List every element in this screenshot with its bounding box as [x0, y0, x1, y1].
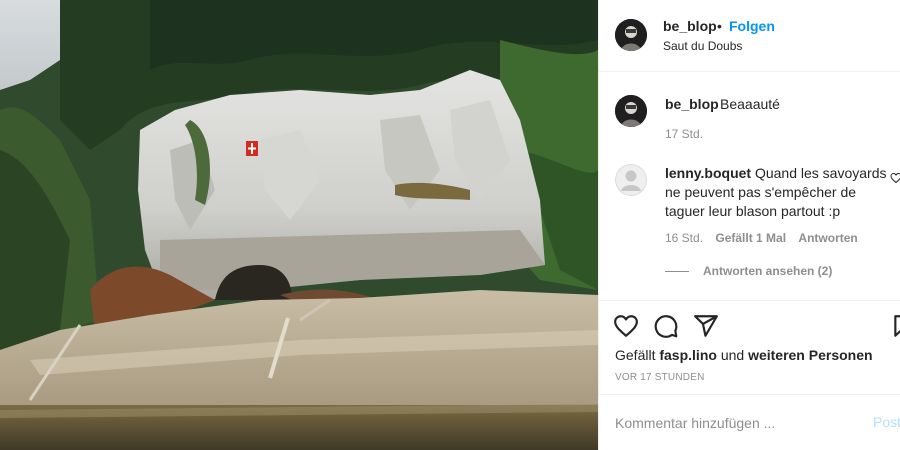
comment-input[interactable] [615, 411, 855, 435]
comment-likes[interactable]: Gefällt 1 Mal [715, 231, 786, 245]
caption-avatar[interactable] [615, 95, 647, 127]
bookmark-icon[interactable] [891, 313, 900, 339]
comment-time[interactable]: 16 Std. [665, 231, 703, 245]
likes-summary: Gefällt fasp.lino und weiteren Personen [615, 347, 873, 363]
post-photo[interactable] [0, 0, 598, 450]
comment-body: lenny.boquet Quand les savoyards ne peuv… [665, 164, 887, 221]
post-header: be_blop • Folgen Saut du Doubs [599, 0, 900, 72]
caption-text: Beaaauté [720, 96, 780, 112]
commenter-username[interactable]: lenny.boquet [665, 165, 751, 181]
author-avatar[interactable] [615, 19, 647, 51]
commenter-avatar[interactable] [615, 164, 647, 196]
reply-button[interactable]: Antworten [798, 231, 857, 245]
post-timestamp[interactable]: VOR 17 STUNDEN [615, 372, 705, 383]
instagram-post: be_blop • Folgen Saut du Doubs be_blop B… [0, 0, 900, 450]
comment-heart-icon[interactable] [890, 172, 900, 184]
author-username[interactable]: be_blop [663, 18, 717, 34]
liked-by-others[interactable]: weiteren Personen [748, 347, 873, 363]
replies-divider [665, 271, 689, 273]
location-link[interactable]: Saut du Doubs [663, 39, 742, 53]
likes-and: und [720, 347, 745, 363]
caption-username[interactable]: be_blop [665, 96, 719, 112]
share-icon[interactable] [693, 313, 719, 339]
post-photo-image [0, 0, 598, 450]
liked-by-user[interactable]: fasp.lino [659, 347, 717, 363]
likes-prefix: Gefällt [615, 347, 656, 363]
heart-icon[interactable] [613, 313, 639, 339]
post-actions: Gefällt fasp.lino und weiteren Personen … [599, 300, 900, 394]
separator-dot: • [717, 18, 722, 34]
add-comment-bar: Posten [599, 394, 900, 450]
comment-icon[interactable] [653, 313, 679, 339]
comment-meta: 16 Std. Gefällt 1 Mal Antworten [665, 231, 867, 245]
caption-time[interactable]: 17 Std. [665, 127, 703, 141]
view-replies-button[interactable]: Antworten ansehen (2) [665, 264, 832, 278]
post-comment-button[interactable]: Posten [873, 414, 900, 430]
view-replies-label: Antworten ansehen (2) [703, 264, 833, 278]
default-avatar-icon [615, 164, 647, 196]
post-side-panel: be_blop • Folgen Saut du Doubs be_blop B… [598, 0, 900, 450]
follow-button[interactable]: Folgen [729, 18, 775, 34]
